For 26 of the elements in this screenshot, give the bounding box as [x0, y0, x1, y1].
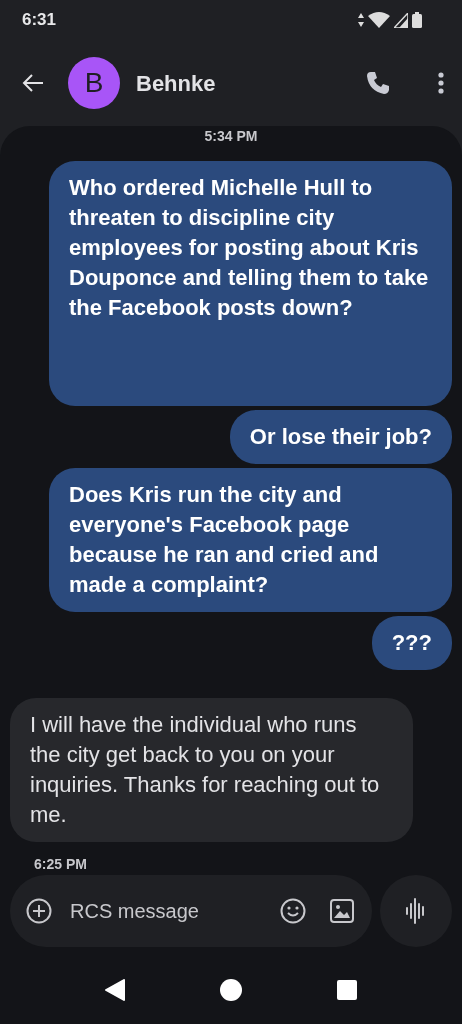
image-icon[interactable]	[330, 899, 354, 923]
received-message: I will have the individual who runs the city get back to you on your inquiries. Thanks for reaching out to me.	[10, 698, 413, 842]
emoji-icon[interactable]	[280, 898, 306, 924]
more-options-icon[interactable]	[438, 72, 444, 94]
sent-message: Or lose their job?	[229, 410, 452, 464]
voice-waveform-icon	[405, 897, 427, 925]
nav-recents-icon[interactable]	[336, 979, 357, 1000]
wifi-icon	[368, 12, 390, 28]
status-time: 6:31	[22, 9, 57, 32]
phone-icon[interactable]	[366, 71, 390, 95]
contact-avatar: B	[68, 57, 120, 109]
contact-name: Behnke	[136, 69, 216, 98]
message-composer[interactable]: RCS message	[10, 875, 372, 947]
back-icon[interactable]	[22, 73, 44, 93]
data-arrows-icon	[358, 13, 364, 27]
message-input[interactable]: RCS message	[68, 895, 228, 927]
message-timestamp: 6:25 PM	[34, 855, 88, 874]
sent-message: Who ordered Michelle Hull to threaten to discipline city employees for posting about Kris Douponce and telling them to take the Facebook posts down?	[49, 161, 452, 406]
nav-back-icon[interactable]	[105, 978, 126, 1001]
message-timestamp: 5:34 PM	[203, 127, 259, 146]
battery-icon	[412, 12, 422, 28]
add-icon[interactable]	[26, 898, 52, 924]
sent-message: ???	[371, 616, 452, 670]
sent-message: Does Kris run the city and everyone's Facebook page because he ran and cried and made a complaint?	[49, 468, 452, 612]
signal-icon	[394, 12, 408, 28]
nav-home-icon[interactable]	[220, 978, 242, 1001]
